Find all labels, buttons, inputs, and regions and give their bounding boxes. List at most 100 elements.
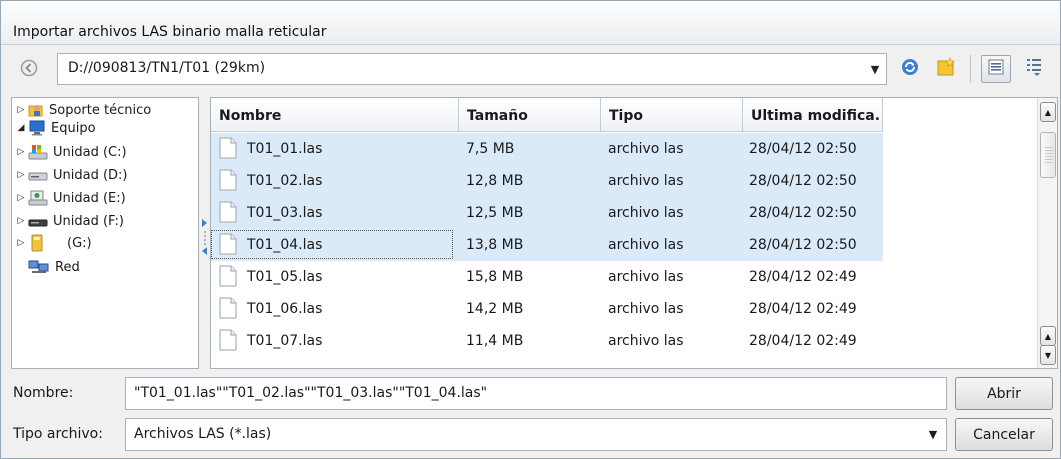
path-combobox[interactable]: D://090813/TN1/T01 (29km) ▼ — [57, 53, 887, 85]
file-type: archivo las — [608, 269, 684, 285]
file-size: 7,5 MB — [466, 141, 515, 157]
column-header-modified[interactable]: Ultima modifica. — [743, 98, 883, 132]
chevron-down-icon[interactable]: ▼ — [864, 54, 886, 84]
cancel-button[interactable]: Cancelar — [955, 418, 1053, 451]
file-name-input[interactable]: "T01_01.las""T01_02.las""T01_03.las""T01… — [125, 377, 947, 410]
file-modified: 28/04/12 02:50 — [749, 173, 857, 189]
file-name: T01_01.las — [247, 141, 323, 157]
file-size: 12,8 MB — [466, 173, 524, 189]
user-folder-icon — [28, 102, 44, 118]
file-name: T01_07.las — [247, 333, 323, 349]
tree-item-equipo[interactable]: ◢ Equipo — [16, 120, 96, 136]
file-modified: 28/04/12 02:50 — [749, 141, 857, 157]
file-size: 11,4 MB — [466, 333, 524, 349]
computer-icon — [28, 120, 46, 136]
file-type: archivo las — [608, 237, 684, 253]
list-view-button[interactable] — [1019, 55, 1049, 83]
file-type-value[interactable]: Archivos LAS (*.las) — [134, 426, 271, 442]
file-modified: 28/04/12 02:49 — [749, 301, 857, 317]
column-header-type[interactable]: Tipo — [601, 98, 743, 132]
tree-item-soporte-tecnico[interactable]: ▷ Soporte técnico — [16, 102, 152, 118]
new-folder-icon — [935, 56, 957, 82]
toolbar: D://090813/TN1/T01 (29km) ▼ — [1, 45, 1060, 95]
tree-item-label: (G:) — [67, 235, 92, 251]
file-row[interactable]: T01_03.las 12,5 MB archivo las 28/04/12 … — [211, 197, 883, 229]
file-modified: 28/04/12 02:50 — [749, 205, 857, 221]
tree-item-label: Equipo — [51, 120, 96, 136]
file-row[interactable]: T01_06.las 14,2 MB archivo las 28/04/12 … — [211, 293, 883, 325]
tree-item-label: Soporte técnico — [49, 102, 152, 118]
file-list[interactable]: Nombre Tamaño Tipo Ultima modifica. T01_… — [210, 97, 1058, 369]
document-icon — [219, 329, 237, 355]
file-row[interactable]: T01_05.las 15,8 MB archivo las 28/04/12 … — [211, 261, 883, 293]
usb-drive-icon — [28, 234, 48, 252]
file-row[interactable]: T01_01.las 7,5 MB archivo las 28/04/12 0… — [211, 133, 883, 165]
tree-item-unidad-e[interactable]: ▷ Unidad (E:) — [16, 190, 126, 206]
file-size: 13,8 MB — [466, 237, 524, 253]
file-type-select[interactable]: Archivos LAS (*.las) ▼ — [125, 418, 947, 451]
path-text[interactable]: D://090813/TN1/T01 (29km) — [68, 60, 265, 76]
file-modified: 28/04/12 02:49 — [749, 269, 857, 285]
expand-arrow-icon[interactable]: ▷ — [16, 193, 26, 203]
back-arrow-icon — [20, 59, 38, 81]
new-folder-button[interactable] — [931, 55, 961, 83]
tree-item-label: Unidad (F:) — [53, 213, 124, 229]
tree-item-unidad-f[interactable]: ▷ Unidad (F:) — [16, 213, 124, 229]
open-button[interactable]: Abrir — [955, 377, 1053, 410]
pane-splitter[interactable] — [201, 97, 209, 369]
name-label: Nombre: — [13, 385, 74, 401]
file-name-value[interactable]: "T01_01.las""T01_02.las""T01_03.las""T01… — [134, 385, 487, 401]
tree-item-red[interactable]: Red — [16, 259, 80, 275]
system-drive-icon — [28, 144, 48, 160]
file-type: archivo las — [608, 301, 684, 317]
document-icon — [219, 297, 237, 323]
back-button[interactable] — [15, 57, 43, 83]
file-name: T01_03.las — [247, 205, 323, 221]
chevron-down-icon[interactable]: ▼ — [922, 419, 944, 450]
folder-tree[interactable]: ▷ Soporte técnico ◢ Equipo ▷ Unidad (C:)… — [11, 97, 199, 369]
scroll-up-button-lower[interactable]: ▲ — [1040, 326, 1056, 346]
document-icon — [219, 233, 237, 259]
list-view-icon — [1025, 57, 1043, 81]
file-type: archivo las — [608, 205, 684, 221]
expand-arrow-icon[interactable]: ▷ — [16, 170, 26, 180]
document-icon — [219, 169, 237, 195]
refresh-button[interactable] — [895, 55, 925, 83]
toolbar-separator — [970, 55, 971, 83]
splitter-grip-icon[interactable] — [202, 219, 208, 255]
window-title: Importar archivos LAS binario malla reti… — [13, 24, 327, 40]
arrow-down-icon: ▼ — [1044, 350, 1052, 360]
file-size: 14,2 MB — [466, 301, 524, 317]
file-row[interactable]: T01_07.las 11,4 MB archivo las 28/04/12 … — [211, 325, 883, 357]
scroll-down-button[interactable]: ▼ — [1040, 345, 1056, 365]
drive-icon — [28, 190, 48, 206]
column-header-name[interactable]: Nombre — [211, 98, 459, 132]
tree-item-label: Unidad (E:) — [53, 190, 126, 206]
hard-drive-icon — [28, 167, 48, 183]
file-modified: 28/04/12 02:49 — [749, 333, 857, 349]
arrow-up-icon: ▲ — [1044, 331, 1052, 341]
scroll-up-button[interactable]: ▲ — [1040, 102, 1056, 122]
tree-item-label: Unidad (D:) — [53, 167, 128, 183]
network-icon — [28, 259, 50, 275]
details-view-button[interactable] — [981, 55, 1011, 83]
file-row[interactable]: T01_04.las 13,8 MB archivo las 28/04/12 … — [211, 229, 883, 261]
expand-arrow-icon[interactable]: ▷ — [16, 105, 26, 115]
file-name: T01_04.las — [247, 237, 323, 253]
file-name: T01_05.las — [247, 269, 323, 285]
tree-item-g[interactable]: ▷ (G:) — [16, 234, 92, 252]
tree-item-unidad-c[interactable]: ▷ Unidad (C:) — [16, 144, 127, 160]
expand-arrow-icon[interactable]: ▷ — [16, 147, 26, 157]
tree-item-unidad-d[interactable]: ▷ Unidad (D:) — [16, 167, 128, 183]
expand-arrow-icon[interactable]: ▷ — [16, 216, 26, 226]
file-size: 15,8 MB — [466, 269, 524, 285]
collapse-arrow-icon[interactable]: ◢ — [16, 123, 26, 133]
file-row[interactable]: T01_02.las 12,8 MB archivo las 28/04/12 … — [211, 165, 883, 197]
scroll-thumb[interactable] — [1040, 132, 1056, 178]
file-size: 12,5 MB — [466, 205, 524, 221]
file-type: archivo las — [608, 333, 684, 349]
column-header-size[interactable]: Tamaño — [459, 98, 601, 132]
file-modified: 28/04/12 02:50 — [749, 237, 857, 253]
expand-arrow-icon[interactable]: ▷ — [16, 238, 26, 248]
vertical-scrollbar[interactable]: ▲ ▲ ▼ — [1037, 98, 1057, 368]
